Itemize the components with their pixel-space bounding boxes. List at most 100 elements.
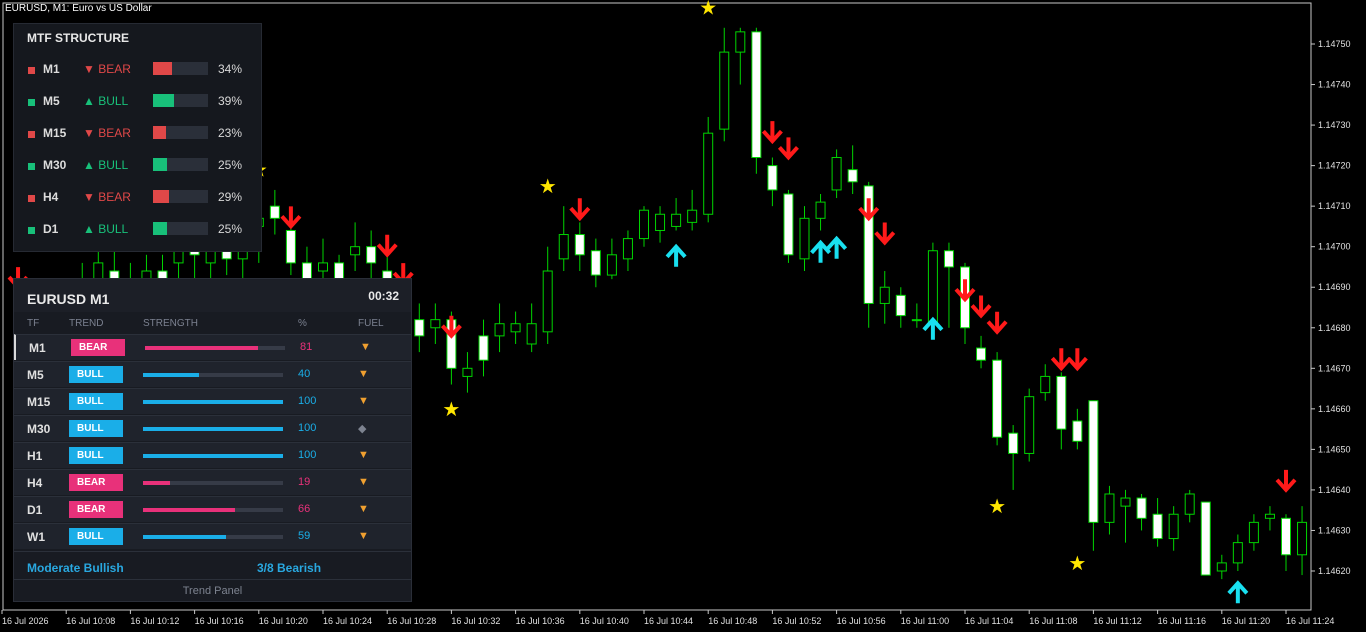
trend-panel[interactable]: EURUSD M1 00:32 TF TREND STRENGTH % FUEL… <box>13 278 412 602</box>
bear-candle-body <box>767 165 778 191</box>
bull-candle-body <box>703 132 714 215</box>
strength-value: 66 <box>298 503 311 515</box>
mtf-structure-panel[interactable]: MTF STRUCTURE M1 ▼ BEAR 34% M5 ▲ BULL 39% M15 ▼… <box>13 23 262 252</box>
bear-candle-body <box>590 250 601 276</box>
bull-candle-body <box>542 270 553 333</box>
time-label: 16 Jul 10:52 <box>772 616 821 626</box>
trend-badge: BULL <box>69 528 123 545</box>
col-pct: % <box>298 318 307 329</box>
strength-fill <box>143 481 170 485</box>
sell-arrow-icon <box>954 279 976 303</box>
trend-timeframe: M30 <box>27 422 51 436</box>
price-label: 1.14750 <box>1318 39 1351 49</box>
mtf-timeframe: M1 <box>43 62 60 76</box>
trend-row-d1[interactable]: D1 BEAR 66 ▼ <box>14 496 411 522</box>
candle <box>911 303 922 328</box>
bear-candle-body <box>1152 513 1163 540</box>
sell-arrow-icon <box>761 121 783 145</box>
mtf-percent: 25% <box>218 222 243 236</box>
candle <box>269 189 280 235</box>
mtf-strength-fill <box>153 62 172 75</box>
candle <box>927 242 938 328</box>
bear-candle-body <box>1136 497 1147 519</box>
star-signal-icon: ★ <box>988 494 1006 518</box>
bull-candle-body <box>462 367 473 377</box>
bull-candle-body <box>1104 493 1115 523</box>
buy-arrow-icon <box>1227 580 1249 604</box>
strength-value: 100 <box>298 449 317 461</box>
bear-candle-body <box>574 234 585 256</box>
candle <box>1008 425 1019 490</box>
candle <box>1297 506 1308 576</box>
status-square-icon <box>28 227 35 234</box>
time-label: 16 Jul 10:56 <box>837 616 886 626</box>
mtf-direction: ▲ BULL <box>83 158 129 172</box>
time-label: 16 Jul 10:08 <box>66 616 115 626</box>
time-label: 16 Jul 11:16 <box>1158 616 1206 626</box>
bull-candle-body <box>526 323 537 345</box>
trend-row-m5[interactable]: M5 BULL 40 ▼ <box>14 361 411 387</box>
time-label: 16 Jul 11:20 <box>1222 616 1270 626</box>
candle <box>606 238 617 280</box>
fuel-down-icon: ▼ <box>358 530 369 542</box>
time-label: 16 Jul 10:28 <box>387 616 436 626</box>
candle <box>831 149 842 199</box>
candle <box>478 319 489 377</box>
trend-row-m1[interactable]: M1 BEAR 81 ▼ <box>14 334 411 360</box>
trend-row-h1[interactable]: H1 BULL 100 ▼ <box>14 442 411 468</box>
time-label: 16 Jul 11:24 <box>1286 616 1334 626</box>
candle <box>815 193 826 231</box>
price-label: 1.14640 <box>1318 485 1351 495</box>
mtf-strength-fill <box>153 158 167 171</box>
price-label: 1.14630 <box>1318 525 1351 535</box>
column-headers: TF TREND STRENGTH % FUEL <box>14 313 411 333</box>
bull-candle-body <box>1216 562 1227 572</box>
mtf-strength-bar <box>153 222 208 235</box>
sell-arrow-icon <box>1066 348 1088 372</box>
fuel-down-icon: ▼ <box>358 368 369 380</box>
trend-row-m30[interactable]: M30 BULL 100 ◆ <box>14 415 411 441</box>
mtf-row-h4: H4 ▼ BEAR 29% <box>14 188 263 208</box>
sell-arrow-icon <box>874 222 896 246</box>
bull-candle-body <box>510 323 521 333</box>
price-label: 1.14720 <box>1318 161 1351 171</box>
price-label: 1.14680 <box>1318 323 1351 333</box>
time-label: 16 Jul 10:16 <box>195 616 244 626</box>
bull-candle-body <box>1184 493 1195 515</box>
fuel-down-icon: ▼ <box>358 503 369 515</box>
candle <box>1104 485 1115 535</box>
strength-bar <box>143 481 283 485</box>
mtf-direction: ▲ BULL <box>83 222 129 236</box>
trend-row-w1[interactable]: W1 BULL 59 ▼ <box>14 523 411 549</box>
bull-candle-body <box>1120 497 1131 507</box>
status-square-icon <box>28 99 35 106</box>
candle <box>687 189 698 231</box>
trend-timeframe: M5 <box>27 368 44 382</box>
sell-arrow-icon <box>970 295 992 319</box>
trend-timeframe: M1 <box>29 341 46 355</box>
mtf-timeframe: M15 <box>43 126 67 140</box>
bear-candle-body <box>1056 375 1067 430</box>
mtf-timeframe: H4 <box>43 190 59 204</box>
candle <box>1281 514 1291 571</box>
trend-row-h4[interactable]: H4 BEAR 19 ▼ <box>14 469 411 495</box>
trend-row-m15[interactable]: M15 BULL 100 ▼ <box>14 388 411 414</box>
candle <box>976 335 987 369</box>
bear-candle-body <box>1088 400 1099 523</box>
bear-candle-body <box>414 319 425 337</box>
mtf-timeframe: M30 <box>43 158 67 172</box>
candle <box>639 206 649 247</box>
mtf-direction: ▼ BEAR <box>83 190 131 204</box>
candle <box>799 206 810 272</box>
mtf-strength-bar <box>153 158 208 171</box>
strength-bar <box>143 427 283 431</box>
bull-candle-body <box>1297 521 1308 556</box>
bull-candle-body <box>671 213 682 227</box>
strength-fill <box>145 346 259 350</box>
trend-panel-header: EURUSD M1 00:32 <box>14 279 411 312</box>
strength-bar <box>145 346 285 350</box>
time-label: 16 Jul 10:36 <box>516 616 565 626</box>
candle <box>1024 388 1035 462</box>
mtf-strength-fill <box>153 222 167 235</box>
fuel-down-icon: ▼ <box>358 449 369 461</box>
